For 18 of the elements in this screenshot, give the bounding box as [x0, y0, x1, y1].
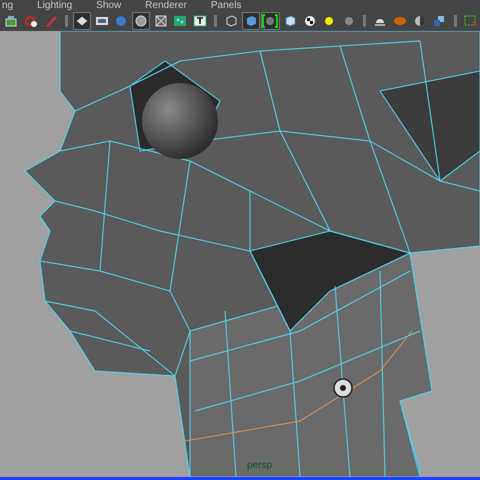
toolbar-button[interactable]	[132, 12, 150, 30]
menu-item[interactable]: Renderer	[145, 0, 187, 10]
circle-icon	[132, 13, 149, 29]
text-icon	[192, 13, 208, 29]
bracket-icon	[262, 13, 278, 29]
dots-icon	[172, 13, 188, 29]
menu-item[interactable]: Panels	[210, 0, 242, 10]
crosshair-icon	[22, 13, 39, 29]
menu-item[interactable]: Show	[96, 0, 122, 10]
camera-label: persp	[247, 461, 272, 471]
move-manipulator-icon[interactable]	[333, 378, 353, 398]
menu-item[interactable]: Lighting	[37, 0, 72, 10]
camera-icon	[3, 13, 20, 29]
toolbar-button[interactable]	[261, 12, 280, 30]
menu-item[interactable]: ng	[2, 0, 14, 10]
cursor-icon	[462, 13, 479, 29]
xray-icon	[152, 13, 168, 29]
toolbar-button[interactable]	[72, 12, 92, 30]
